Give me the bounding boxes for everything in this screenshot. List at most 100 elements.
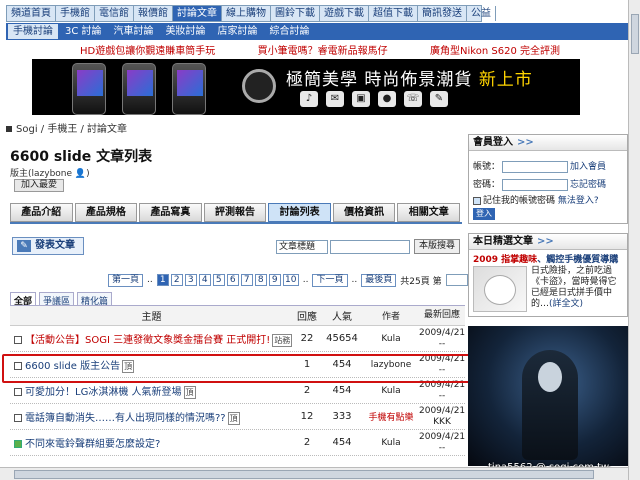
topic-title[interactable]: 電話簿自動消失……有人出現同樣的情況嗎??: [25, 413, 226, 424]
next-page-button[interactable]: 下一頁: [312, 273, 348, 287]
login-button[interactable]: 登入: [473, 208, 495, 220]
page-number[interactable]: 1: [156, 274, 169, 286]
checkbox-icon[interactable]: [14, 361, 22, 370]
last-reply[interactable]: 2009/4/21 --: [419, 354, 465, 376]
subnav-car-discussion[interactable]: 汽車討論: [109, 24, 159, 39]
topic-author[interactable]: Kula: [363, 334, 419, 344]
forgot-password-link[interactable]: 忘記密碼: [570, 180, 606, 190]
table-row[interactable]: 電話簿自動消失……有人出現同樣的情況嗎?? 頂 12 333 手機有點樂 2009…: [10, 404, 465, 430]
promo-links: HD遊戲包讓你覲遠賺車筒手玩 買小筆電嗎？睿電新品報馬仔 廣角型Nikon S6…: [80, 42, 560, 57]
table-row[interactable]: 6600 slide 版主公告頂 1 454 lazybone 2009/4/2…: [10, 352, 465, 378]
page-number[interactable]: 9: [268, 274, 281, 286]
page-number[interactable]: 7: [240, 274, 253, 286]
tab-prices[interactable]: 價格資訊: [332, 203, 396, 222]
topic-author[interactable]: Kula: [363, 438, 419, 448]
subnav-beauty-discussion[interactable]: 美妝討論: [161, 24, 211, 39]
topic-title[interactable]: 可愛加分！LG冰淇淋機 人氣新登場: [25, 387, 182, 398]
remember-checkbox[interactable]: [473, 196, 481, 205]
featured-headline[interactable]: 2009 指掌趣味、觸控手機優質導購: [473, 252, 618, 265]
nav-prices[interactable]: 報價館: [134, 6, 173, 21]
add-favorite-button[interactable]: 加入最愛: [14, 179, 64, 192]
subnav-phone-discussion[interactable]: 手機討論: [8, 24, 58, 39]
last-reply[interactable]: 2009/4/21 --: [419, 380, 465, 402]
tab-reviews[interactable]: 評測報告: [203, 203, 267, 222]
vertical-scroll-thumb[interactable]: [631, 14, 639, 54]
vertical-scrollbar[interactable]: [628, 0, 640, 480]
promo-link-1[interactable]: HD遊戲包讓你覲遠賺車筒手玩: [80, 42, 215, 57]
topic-title[interactable]: 6600 slide 版主公告: [25, 361, 120, 372]
promo-link-3[interactable]: 廣角型Nikon S620 完全評測: [430, 42, 560, 57]
topic-author[interactable]: 手機有點樂: [363, 410, 419, 423]
col-replies[interactable]: 回應: [293, 308, 321, 323]
topic-title[interactable]: 【活動公告】SOGI 三連發徵文象獎金擂台賽 正式開打!: [25, 335, 270, 346]
table-row[interactable]: 可愛加分！LG冰淇淋機 人氣新登場頂 2 454 Kula 2009/4/21 …: [10, 378, 465, 404]
page-number[interactable]: 3: [184, 274, 197, 286]
featured-headline-red: 2009 指掌趣味: [473, 255, 538, 265]
nav-telecom[interactable]: 電信館: [95, 6, 134, 21]
horizontal-scroll-thumb[interactable]: [14, 470, 594, 479]
topic-author[interactable]: Kula: [363, 386, 419, 396]
last-reply[interactable]: 2009/4/21 --: [419, 328, 465, 350]
last-reply[interactable]: 2009/4/21 --: [419, 432, 465, 454]
first-page-button[interactable]: 第一頁: [108, 273, 144, 287]
page-number[interactable]: 5: [212, 274, 225, 286]
join-member-link[interactable]: 加入會員: [570, 162, 606, 172]
nav-phones[interactable]: 手機館: [56, 6, 95, 21]
featured-thumbnail[interactable]: [473, 266, 527, 312]
nav-shopping[interactable]: 線上購物: [222, 6, 271, 21]
password-input[interactable]: [502, 178, 569, 191]
last-page-button[interactable]: 最後頁: [361, 273, 397, 287]
checkbox-icon[interactable]: [14, 440, 22, 448]
read-more-link[interactable]: (詳全文): [549, 299, 583, 309]
nav-downloads[interactable]: 超值下載: [369, 6, 418, 21]
subnav-general-discussion[interactable]: 綜合討論: [265, 24, 315, 39]
topic-author[interactable]: lazybone: [363, 360, 419, 370]
col-title[interactable]: 主題: [10, 308, 293, 323]
tab-discussion-list[interactable]: 討論列表: [268, 203, 331, 222]
promo-link-2[interactable]: 買小筆電嗎？睿電新品報馬仔: [258, 42, 388, 57]
subnav-store-discussion[interactable]: 店家討論: [213, 24, 263, 39]
tab-related[interactable]: 相關文章: [397, 203, 461, 222]
col-views[interactable]: 人氣: [321, 308, 363, 323]
search-input[interactable]: [330, 240, 410, 254]
board-search-button[interactable]: 本版搜尋: [414, 239, 460, 254]
banner-icons: ♪ ✉ ▣ ● ☏ ✎: [300, 91, 448, 107]
phone-image: [172, 63, 206, 115]
nav-sms[interactable]: 簡訊發送: [418, 6, 467, 21]
checkbox-icon[interactable]: [14, 387, 22, 396]
movie-poster-ad[interactable]: [468, 326, 628, 466]
page-number[interactable]: 2: [170, 274, 183, 286]
ad-banner[interactable]: 極簡美學 時尚佈景潮貨 新上市 ♪ ✉ ▣ ● ☏ ✎: [32, 59, 580, 115]
checkbox-icon[interactable]: [14, 413, 22, 422]
nav-home[interactable]: 頻道首頁: [7, 6, 56, 21]
page-number[interactable]: 10: [282, 274, 299, 286]
table-row[interactable]: 不同來電鈴聲群組要怎麼設定? 2 454 Kula 2009/4/21 --: [10, 430, 465, 456]
tab-intro[interactable]: 產品介紹: [10, 203, 73, 222]
login-box: 會員登入 >> 帳號： 加入會員 密碼： 忘記密碼 記住我的帳號密碼 無法登入? 登入: [468, 134, 628, 224]
nav-games[interactable]: 遊戲下載: [320, 6, 369, 21]
login-help-link[interactable]: 無法登入?: [558, 196, 599, 206]
tab-specs[interactable]: 產品規格: [74, 203, 138, 222]
horizontal-scrollbar[interactable]: [0, 467, 628, 480]
nav-charity[interactable]: 公益: [467, 6, 496, 21]
page-number[interactable]: 6: [226, 274, 239, 286]
topic-title[interactable]: 不同來電鈴聲群組要怎麼設定?: [25, 439, 160, 450]
checkbox-icon[interactable]: [14, 335, 22, 344]
post-article-button[interactable]: ✎ 發表文章: [12, 237, 84, 255]
account-input[interactable]: [502, 160, 569, 173]
page-number[interactable]: 8: [254, 274, 267, 286]
page-jump-input[interactable]: [445, 274, 468, 286]
nav-discussions[interactable]: 討論文章: [173, 6, 222, 21]
table-row[interactable]: 【活動公告】SOGI 三連發徵文象獎金擂台賽 正式開打! 站務 22 45654 …: [10, 326, 465, 352]
banner-slogan-text: 極簡美學 時尚佈景潮貨: [286, 70, 473, 90]
col-author[interactable]: 作者: [363, 309, 419, 322]
col-last-reply[interactable]: 最新回應: [419, 310, 465, 321]
nav-ringtones[interactable]: 圖鈴下載: [271, 6, 320, 21]
subnav-3c-discussion[interactable]: 3C 討論: [60, 24, 107, 39]
breadcrumb-text[interactable]: Sogi / 手機王 / 討論文章: [16, 124, 127, 135]
search-field-select[interactable]: 文章標題: [276, 240, 328, 254]
last-reply[interactable]: 2009/4/21 KKK: [419, 406, 465, 428]
page-number[interactable]: 4: [198, 274, 211, 286]
tab-photos[interactable]: 產品寫真: [139, 203, 202, 222]
moderator-label[interactable]: 版主(lazybone 👤): [10, 166, 90, 179]
